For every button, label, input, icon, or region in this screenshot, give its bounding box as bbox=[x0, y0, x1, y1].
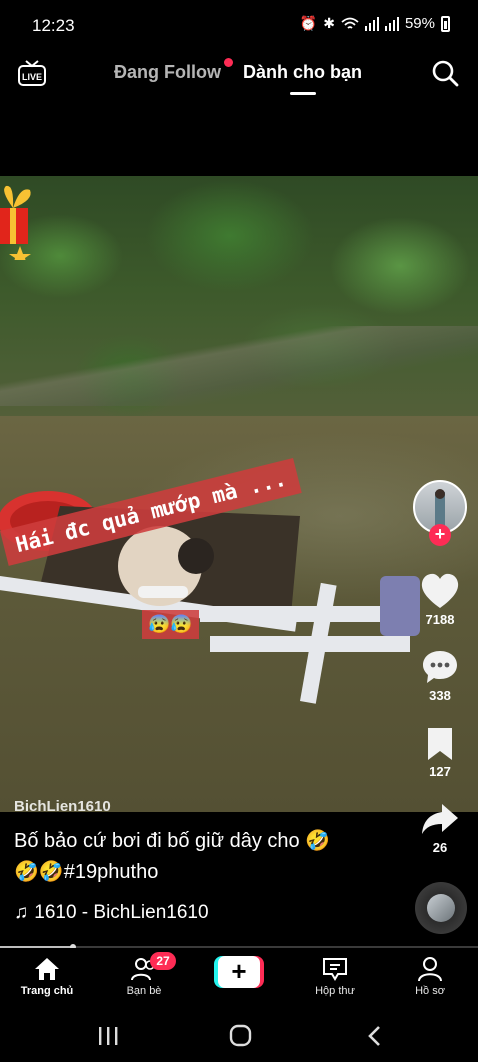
plus-icon: + bbox=[218, 956, 260, 988]
comment-button[interactable]: 338 bbox=[410, 648, 470, 703]
tab-for-you[interactable]: Dành cho bạn bbox=[243, 62, 362, 83]
bookmark-button[interactable]: 127 bbox=[410, 724, 470, 779]
nav-inbox[interactable]: Hộp thư bbox=[295, 956, 375, 997]
alarm-icon: ⏰ bbox=[299, 15, 318, 31]
post-description[interactable]: Bố bảo cứ bơi đi bố giữ dây cho 🤣 🤣🤣#19p… bbox=[14, 826, 394, 888]
video-wall bbox=[0, 326, 478, 406]
nav-profile-label: Hồ sơ bbox=[415, 985, 445, 997]
signal-icon bbox=[364, 16, 379, 31]
heart-icon bbox=[421, 573, 459, 608]
music-info[interactable]: ♫ 1610 - BichLien1610 bbox=[14, 902, 209, 924]
active-tab-indicator bbox=[290, 92, 316, 95]
back-icon[interactable] bbox=[366, 1025, 382, 1047]
video-watermark: BichLien1610 bbox=[14, 798, 111, 812]
video-player[interactable]: × Hái đc quả mướp mà ... 😰😰 BichLien1610 bbox=[0, 176, 478, 812]
home-icon bbox=[35, 958, 59, 980]
music-disc-cover bbox=[427, 894, 455, 922]
signal-icon-2 bbox=[384, 16, 399, 31]
bottom-nav: Trang chủ 27 Bạn bè + Hộp thư Hồ sơ bbox=[0, 948, 478, 1012]
nav-friends[interactable]: 27 Bạn bè bbox=[104, 952, 184, 997]
video-caption-emoji: 😰😰 bbox=[142, 610, 199, 639]
wifi-icon bbox=[341, 17, 359, 29]
status-icons: ⏰ ✱ 59% bbox=[300, 15, 450, 32]
inbox-icon bbox=[323, 958, 347, 981]
comment-count: 338 bbox=[429, 688, 451, 703]
share-count: 26 bbox=[432, 840, 448, 855]
share-button[interactable]: 26 bbox=[410, 800, 470, 855]
search-icon[interactable] bbox=[430, 58, 460, 88]
nav-home[interactable]: Trang chủ bbox=[7, 956, 87, 997]
friends-badge: 27 bbox=[150, 952, 176, 970]
notification-dot bbox=[224, 58, 233, 67]
battery-icon bbox=[441, 15, 450, 32]
comment-icon bbox=[423, 651, 457, 683]
nav-profile[interactable]: Hồ sơ bbox=[390, 956, 470, 997]
bookmark-icon bbox=[428, 728, 452, 760]
profile-icon bbox=[418, 957, 442, 982]
status-bar: 12:23 ⏰ ✱ 59% bbox=[0, 0, 478, 52]
system-nav-bar bbox=[0, 1012, 478, 1062]
like-button[interactable]: 7188 bbox=[410, 572, 470, 627]
top-nav: LIVE Đang Follow Dành cho bạn bbox=[0, 52, 478, 100]
like-count: 7188 bbox=[425, 612, 455, 627]
home-system-icon[interactable] bbox=[229, 1024, 253, 1048]
music-note-icon: ♫ bbox=[14, 902, 29, 923]
nav-home-label: Trang chủ bbox=[20, 985, 74, 997]
live-icon[interactable]: LIVE bbox=[16, 58, 48, 88]
create-button[interactable]: + bbox=[214, 956, 264, 988]
status-time: 12:23 bbox=[32, 16, 75, 35]
gift-icon[interactable] bbox=[0, 180, 34, 260]
bluetooth-icon: ✱ bbox=[323, 15, 335, 31]
description-line-2: 🤣🤣#19phutho bbox=[14, 861, 159, 883]
nav-inbox-label: Hộp thư bbox=[315, 985, 355, 997]
music-title: 1610 - BichLien1610 bbox=[34, 902, 209, 923]
battery-percent: 59% bbox=[404, 15, 435, 32]
tab-following[interactable]: Đang Follow bbox=[114, 62, 221, 83]
share-icon bbox=[422, 804, 458, 834]
follow-plus-icon[interactable]: + bbox=[429, 524, 451, 546]
nav-friends-label: Bạn bè bbox=[126, 985, 162, 997]
recent-apps-icon[interactable] bbox=[97, 1026, 119, 1046]
music-disc[interactable] bbox=[415, 882, 467, 934]
description-line-1: Bố bảo cứ bơi đi bố giữ dây cho 🤣 bbox=[14, 830, 331, 852]
svg-text:LIVE: LIVE bbox=[22, 72, 42, 82]
bookmark-count: 127 bbox=[429, 764, 451, 779]
